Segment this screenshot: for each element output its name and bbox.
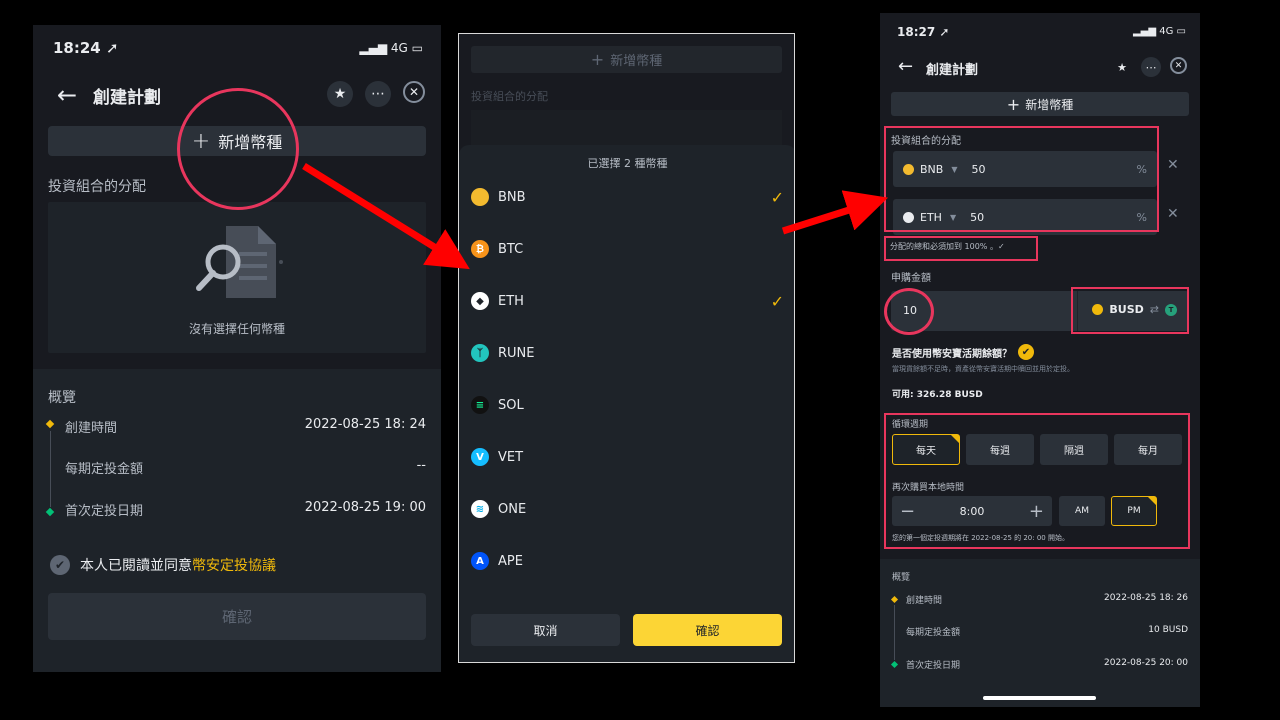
arrow-to-allocation (781, 190, 889, 235)
arrow-to-coin-list (302, 163, 470, 270)
annotation-arrows (302, 163, 889, 270)
